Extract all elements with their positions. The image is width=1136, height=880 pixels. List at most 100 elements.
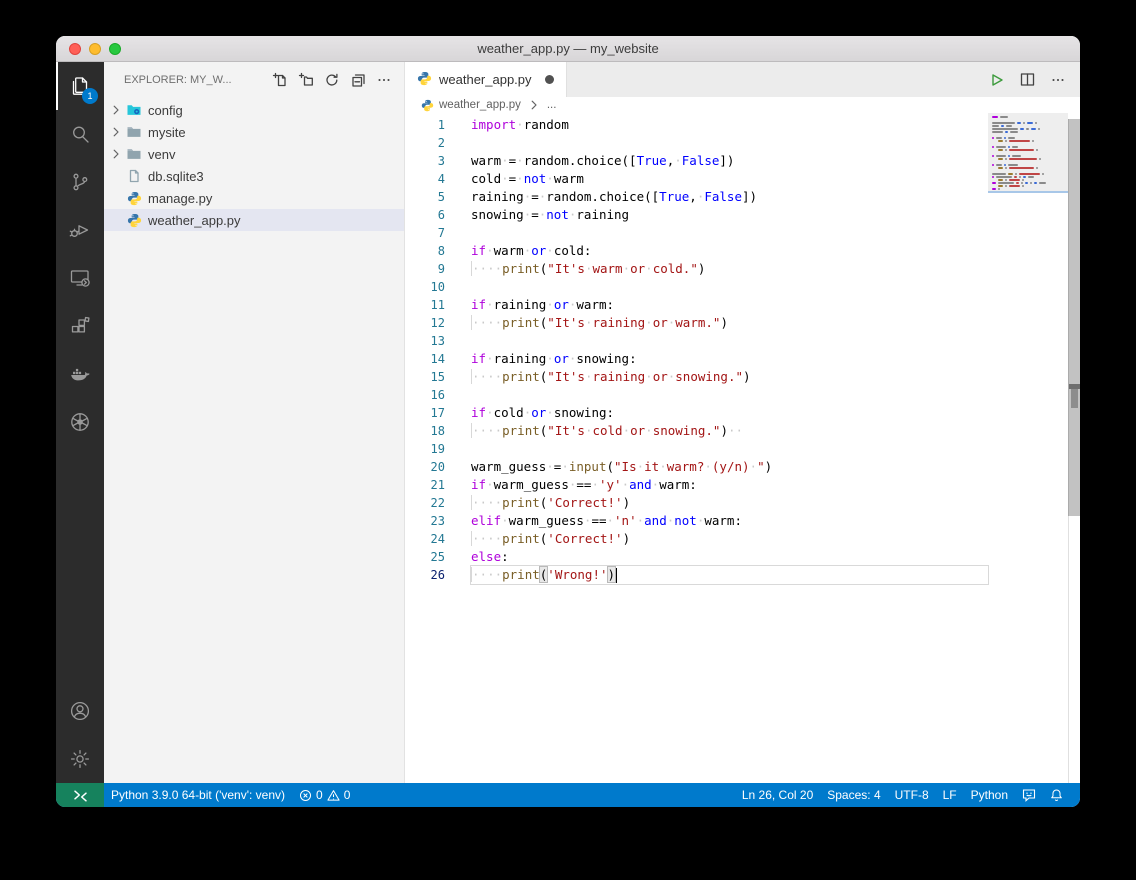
- tree-item-venv[interactable]: venv: [104, 143, 404, 165]
- warning-count: 0: [344, 788, 351, 802]
- editor-content[interactable]: 1import·random2 3warm·=·random.choice([T…: [405, 113, 1080, 783]
- code-line[interactable]: 20warm_guess·=·input("Is·it·warm?·(y/n)·…: [405, 458, 988, 476]
- tree-item-weather-app-py[interactable]: weather_app.py: [104, 209, 404, 231]
- source-control-activity-button[interactable]: [56, 158, 104, 206]
- close-window-button[interactable]: [69, 43, 81, 55]
- tree-item-manage-py[interactable]: manage.py: [104, 187, 404, 209]
- search-activity-button[interactable]: [56, 110, 104, 158]
- explorer-badge: 1: [82, 88, 98, 104]
- code-line-text: [471, 332, 988, 350]
- settings-activity-button[interactable]: [56, 735, 104, 783]
- account-activity-button[interactable]: [56, 687, 104, 735]
- scrollbar-handle[interactable]: [1071, 389, 1078, 408]
- chevron-right-icon[interactable]: [108, 124, 124, 140]
- code-line[interactable]: 23elif·warm_guess·==·'n'·and·not·warm:: [405, 512, 988, 530]
- minimap[interactable]: [988, 113, 1068, 353]
- new-file-icon: [272, 72, 288, 88]
- problems-status[interactable]: 0 0: [292, 783, 357, 807]
- refresh-button[interactable]: [322, 70, 342, 90]
- tab-weather-app[interactable]: weather_app.py: [405, 62, 567, 97]
- code-line-text: ····print('Wrong!'): [471, 566, 988, 584]
- docker-activity-button[interactable]: [56, 350, 104, 398]
- line-number: 22: [405, 494, 445, 512]
- eol-label: LF: [943, 788, 957, 802]
- code-line[interactable]: 5raining·=·random.choice([True,·False]): [405, 188, 988, 206]
- chevron-right-icon[interactable]: [108, 102, 124, 118]
- line-number: 25: [405, 548, 445, 566]
- code-line[interactable]: 6snowing·=·not·raining: [405, 206, 988, 224]
- code-line[interactable]: 14if·raining·or·snowing:: [405, 350, 988, 368]
- tree-item-mysite[interactable]: mysite: [104, 121, 404, 143]
- encoding-status[interactable]: UTF-8: [888, 783, 936, 807]
- run-debug-activity-button[interactable]: [56, 206, 104, 254]
- search-icon: [68, 122, 92, 146]
- collapse-all-button[interactable]: [348, 70, 368, 90]
- indentation-status[interactable]: Spaces: 4: [820, 783, 887, 807]
- more-icon: [1050, 72, 1066, 88]
- eol-status[interactable]: LF: [936, 783, 964, 807]
- modified-dot-icon[interactable]: [545, 75, 554, 84]
- zoom-window-button[interactable]: [109, 43, 121, 55]
- code-area[interactable]: 1import·random2 3warm·=·random.choice([T…: [405, 116, 988, 584]
- language-mode-status[interactable]: Python: [964, 783, 1015, 807]
- extensions-activity-button[interactable]: [56, 302, 104, 350]
- code-line[interactable]: 12····print("It's·raining·or·warm."): [405, 314, 988, 332]
- breadcrumb-more[interactable]: ...: [547, 99, 557, 111]
- tree-item-label: mysite: [148, 125, 186, 140]
- kubernetes-activity-button[interactable]: [56, 398, 104, 446]
- remote-indicator[interactable]: [56, 783, 104, 807]
- code-line[interactable]: 2: [405, 134, 988, 152]
- code-line[interactable]: 18····print("It's·cold·or·snowing.")··: [405, 422, 988, 440]
- line-number: 16: [405, 386, 445, 404]
- code-line[interactable]: 19: [405, 440, 988, 458]
- code-line[interactable]: 3warm·=·random.choice([True,·False]): [405, 152, 988, 170]
- code-line[interactable]: 13: [405, 332, 988, 350]
- notifications-button[interactable]: [1043, 783, 1070, 807]
- indentation-label: Spaces: 4: [827, 788, 880, 802]
- cursor-position-status[interactable]: Ln 26, Col 20: [732, 783, 820, 807]
- code-line[interactable]: 8if·warm·or·cold:: [405, 242, 988, 260]
- tree-item-db-sqlite3[interactable]: db.sqlite3: [104, 165, 404, 187]
- text-cursor: [615, 568, 617, 583]
- code-line[interactable]: 4cold·=·not·warm: [405, 170, 988, 188]
- account-icon: [68, 699, 92, 723]
- feedback-button[interactable]: [1015, 783, 1043, 807]
- code-line[interactable]: 7: [405, 224, 988, 242]
- tree-item-label: venv: [148, 147, 175, 162]
- new-folder-button[interactable]: [296, 70, 316, 90]
- explorer-activity-button[interactable]: 1: [56, 62, 104, 110]
- breadcrumb-file[interactable]: weather_app.py: [439, 99, 521, 111]
- python-interpreter-status[interactable]: Python 3.9.0 64-bit ('venv': venv): [104, 783, 292, 807]
- code-line[interactable]: 16: [405, 386, 988, 404]
- code-line[interactable]: 24····print('Correct!'): [405, 530, 988, 548]
- code-line[interactable]: 26····print('Wrong!'): [405, 566, 988, 584]
- run-button[interactable]: [987, 71, 1005, 89]
- remote-explorer-activity-button[interactable]: [56, 254, 104, 302]
- tree-item-config[interactable]: config: [104, 99, 404, 121]
- chevron-right-icon[interactable]: [108, 146, 124, 162]
- code-line-text: raining·=·random.choice([True,·False]): [471, 188, 988, 206]
- more-button[interactable]: [374, 70, 394, 90]
- code-line[interactable]: 10: [405, 278, 988, 296]
- new-file-button[interactable]: [270, 70, 290, 90]
- status-bar: Python 3.9.0 64-bit ('venv': venv) 0 0 L…: [56, 783, 1080, 807]
- scrollbar[interactable]: [1068, 119, 1080, 516]
- code-line[interactable]: 11if·raining·or·warm:: [405, 296, 988, 314]
- extensions-icon: [68, 314, 92, 338]
- code-line[interactable]: 17if·cold·or·snowing:: [405, 404, 988, 422]
- explorer-title: EXPLORER: MY_W...: [124, 74, 270, 86]
- code-line[interactable]: 9····print("It's·warm·or·cold."): [405, 260, 988, 278]
- code-line[interactable]: 22····print('Correct!'): [405, 494, 988, 512]
- code-line[interactable]: 15····print("It's·raining·or·snowing."): [405, 368, 988, 386]
- window-title: weather_app.py — my_website: [477, 41, 658, 56]
- line-number: 14: [405, 350, 445, 368]
- source-control-icon: [68, 170, 92, 194]
- minimize-window-button[interactable]: [89, 43, 101, 55]
- more-button[interactable]: [1050, 72, 1066, 88]
- split-editor-button[interactable]: [1019, 71, 1036, 88]
- code-line[interactable]: 21if·warm_guess·==·'y'·and·warm:: [405, 476, 988, 494]
- breadcrumb[interactable]: weather_app.py ...: [405, 97, 1080, 113]
- code-line[interactable]: 1import·random: [405, 116, 988, 134]
- code-line-text: ····print("It's·warm·or·cold."): [471, 260, 988, 278]
- code-line[interactable]: 25else:: [405, 548, 988, 566]
